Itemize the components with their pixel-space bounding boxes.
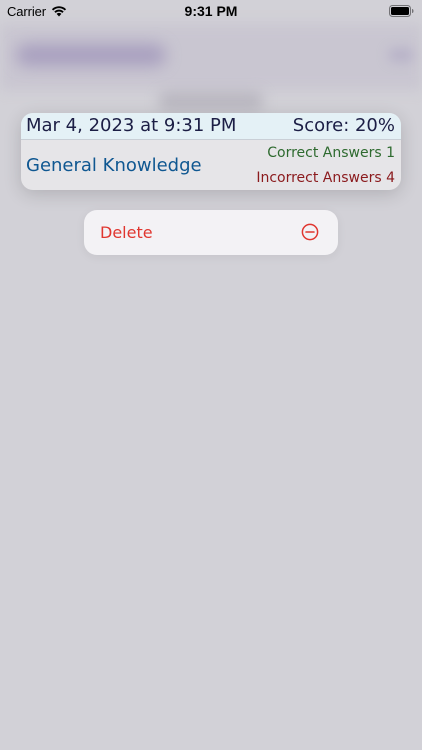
minus-circle-icon [301, 223, 319, 241]
blurred-section-title [158, 92, 264, 110]
status-time: 9:31 PM [184, 3, 238, 19]
result-score: Score: 20% [292, 115, 395, 136]
quiz-category: General Knowledge [26, 155, 202, 176]
incorrect-answers-count: Incorrect Answers 4 [256, 170, 395, 186]
result-card-header: Mar 4, 2023 at 9:31 PM Score: 20% [21, 113, 401, 140]
delete-label: Delete [100, 223, 153, 242]
result-date: Mar 4, 2023 at 9:31 PM [26, 115, 237, 136]
status-bar: Carrier 9:31 PM [0, 0, 422, 22]
result-card-body: General Knowledge Correct Answers 1 Inco… [21, 140, 401, 190]
battery-full-icon [389, 5, 414, 17]
blurred-app-logo [16, 44, 166, 66]
correct-answers-count: Correct Answers 1 [267, 145, 395, 161]
blurred-nav-button [388, 48, 414, 62]
context-menu: Delete [84, 210, 338, 255]
quiz-result-card[interactable]: Mar 4, 2023 at 9:31 PM Score: 20% Genera… [21, 113, 401, 190]
delete-menu-item[interactable]: Delete [84, 210, 338, 255]
